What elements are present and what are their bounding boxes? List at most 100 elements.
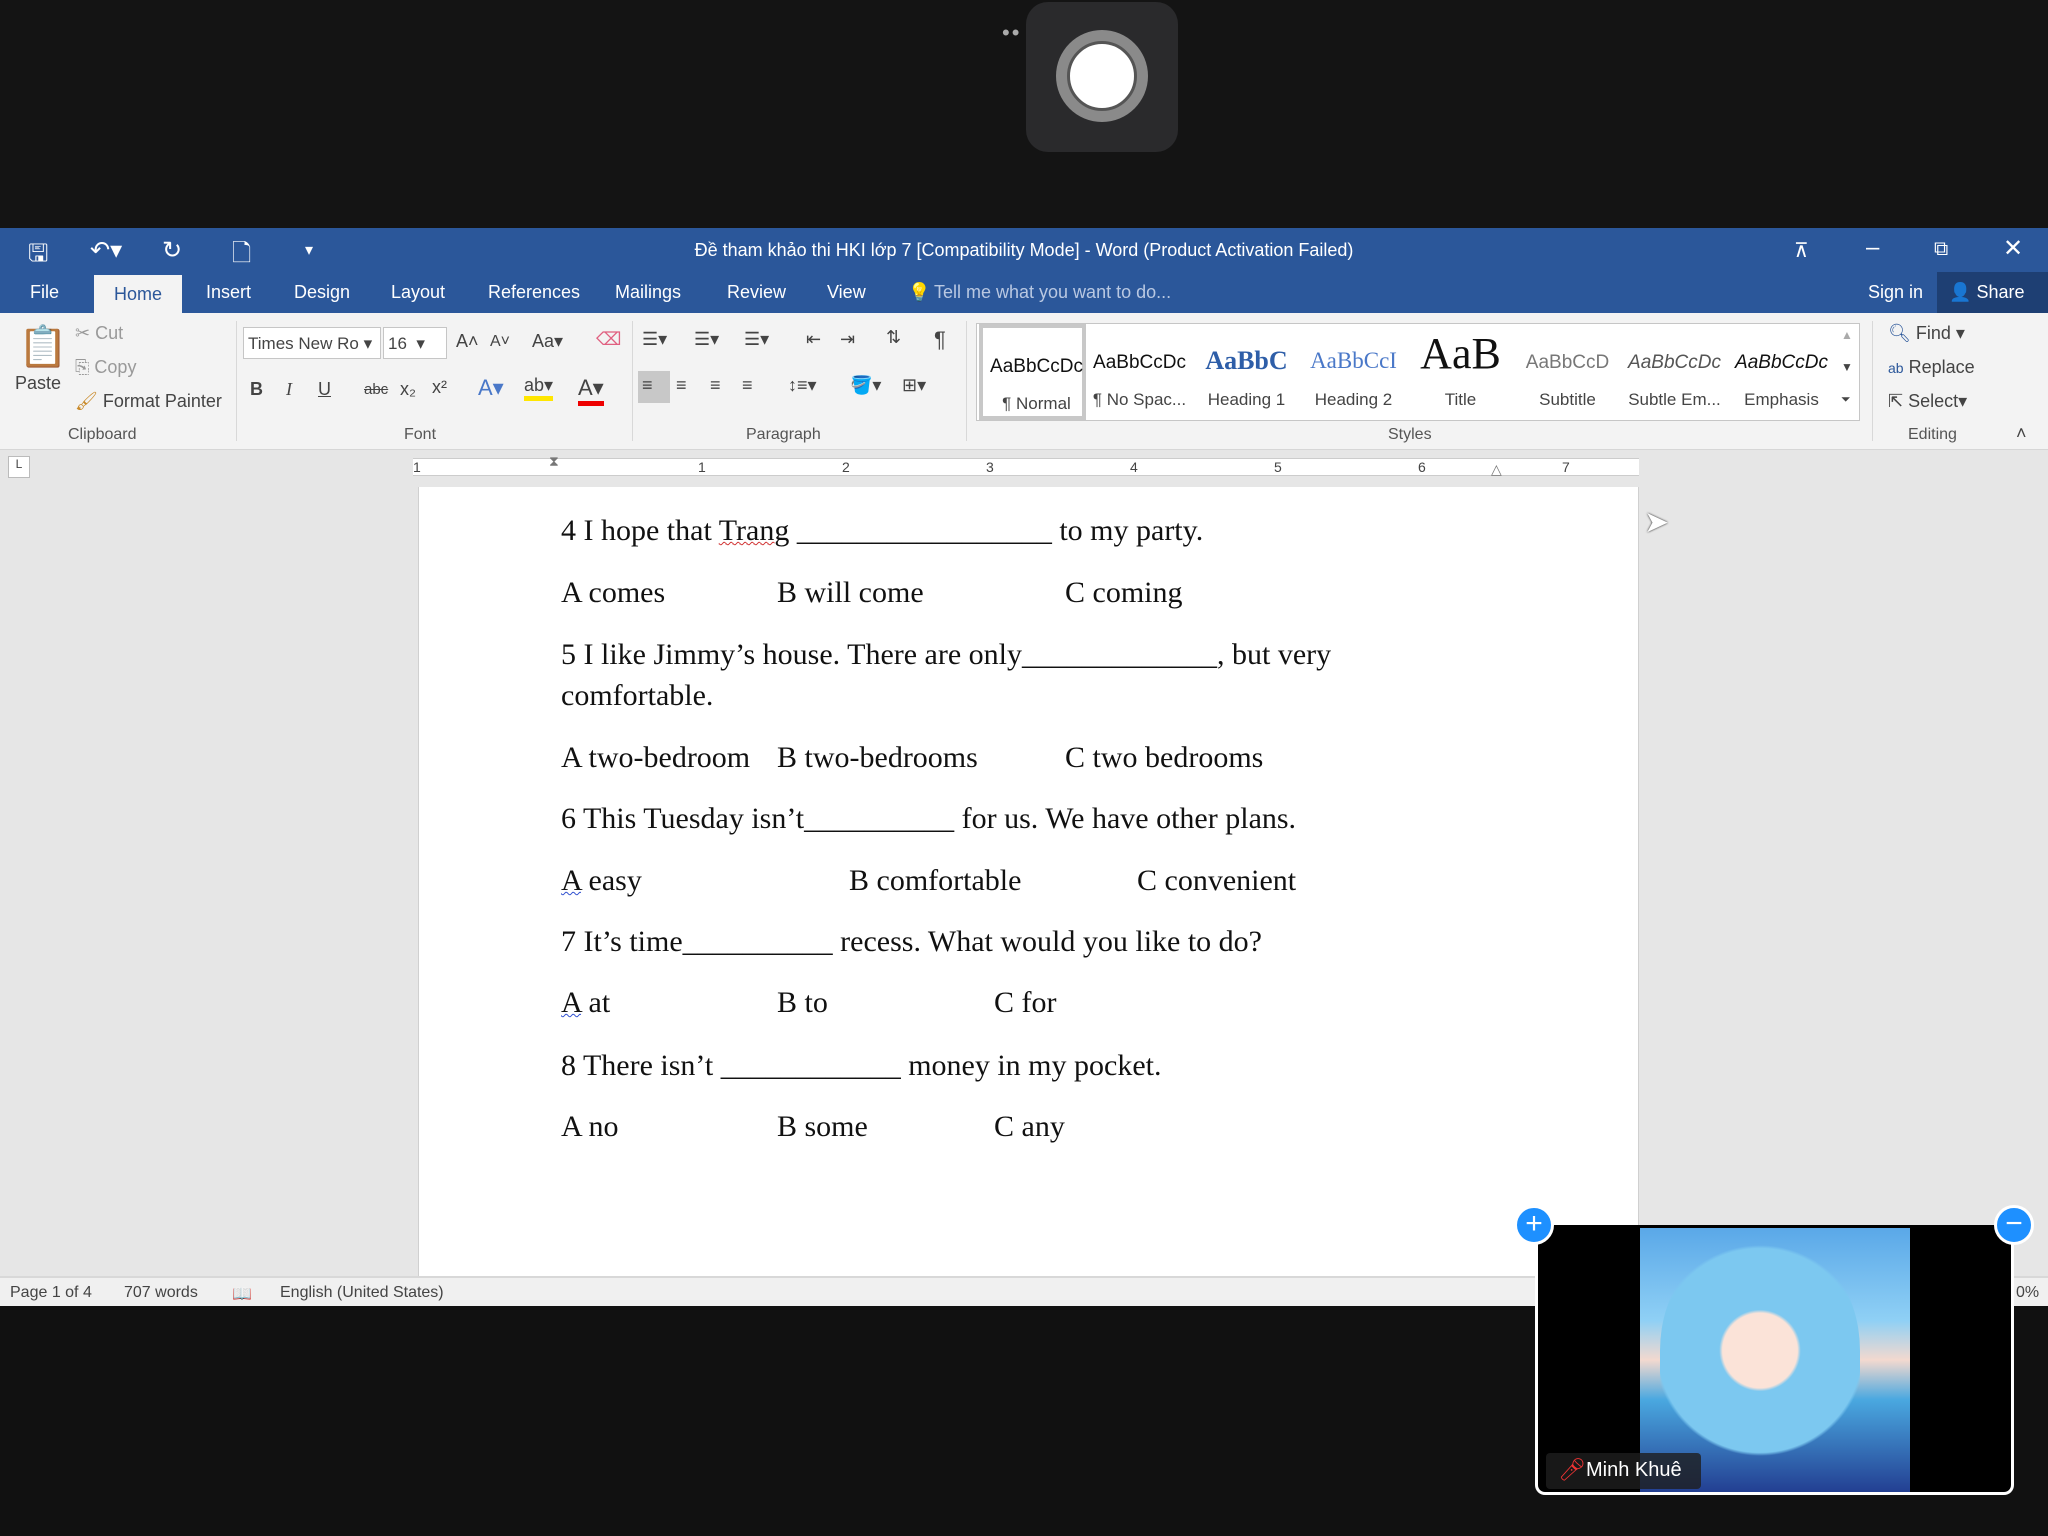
replace-button[interactable]: ab Replace xyxy=(1888,357,1975,378)
record-button[interactable] xyxy=(1026,2,1178,152)
tab-mailings[interactable]: Mailings xyxy=(615,282,681,303)
magnifier-icon: 🔍︎ xyxy=(1888,323,1911,343)
question-4: 4 I hope that Trang _________________ to… xyxy=(561,514,1204,547)
cut-button[interactable]: ✂ Cut xyxy=(75,323,123,344)
style-subtitle[interactable]: AaBbCcD Subtitle xyxy=(1514,324,1621,420)
copy-button[interactable]: ⎘ Copy xyxy=(75,357,136,378)
line-spacing-icon[interactable]: ↕≡▾ xyxy=(788,375,817,396)
borders-icon[interactable]: ⊞▾ xyxy=(902,375,926,396)
style-heading-2[interactable]: AaBbCcI Heading 2 xyxy=(1300,324,1407,420)
increase-indent-icon[interactable]: ⇥ xyxy=(840,329,855,350)
share-button[interactable]: 👤 Share xyxy=(1937,272,2048,313)
italic-button[interactable]: I xyxy=(286,379,292,400)
tab-layout[interactable]: Layout xyxy=(391,282,445,303)
align-left-icon[interactable]: ≡ xyxy=(638,371,670,403)
paste-icon: 📋 xyxy=(18,325,68,369)
tab-references[interactable]: References xyxy=(488,282,580,303)
q5-option-b: B two-bedrooms xyxy=(777,741,978,774)
ruler[interactable]: L 1 1 2 3 4 5 6 7 ⧗ △ xyxy=(0,450,2048,483)
word-count[interactable]: 707 words xyxy=(124,1284,198,1302)
subscript-button[interactable]: x₂ xyxy=(400,379,416,400)
text-effects-icon[interactable]: A▾ xyxy=(478,375,504,401)
tab-view[interactable]: View xyxy=(827,282,866,303)
proofing-icon[interactable]: 📖 xyxy=(232,1284,252,1304)
question-8: 8 There isn’t ____________ money in my p… xyxy=(561,1049,1162,1082)
tell-me-input[interactable]: Tell me what you want to do... xyxy=(934,282,1171,303)
format-painter-button[interactable]: 🖌 Format Painter xyxy=(75,391,222,412)
style-normal[interactable]: AaBbCcDc ¶ Normal xyxy=(979,324,1086,420)
q6-option-a: A easy xyxy=(561,864,642,897)
font-name-select[interactable]: Times New Ro ▾ xyxy=(243,327,381,359)
style-no-spacing[interactable]: AaBbCcDc ¶ No Spac... xyxy=(1086,324,1193,420)
bold-button[interactable]: B xyxy=(250,379,263,400)
style-title[interactable]: AaB Title xyxy=(1407,324,1514,420)
right-indent-marker-icon[interactable]: △ xyxy=(1491,461,1502,478)
collapse-ribbon-icon[interactable]: ˄ xyxy=(2016,423,2027,444)
tab-review[interactable]: Review xyxy=(727,282,786,303)
paste-button[interactable]: Paste xyxy=(15,373,61,394)
title-bar: 🖫 ↶▾ ↻ 🗋 ▾ Đề tham khảo thi HKI lớp 7 [C… xyxy=(0,228,2048,272)
collapse-minus-button[interactable]: − xyxy=(1994,1205,2034,1245)
font-group-label: Font xyxy=(404,426,437,443)
more-dots-icon[interactable]: •• xyxy=(1002,20,1021,46)
participant-name-tag: 🎤︎ Minh Khuê xyxy=(1546,1453,1701,1489)
tab-file[interactable]: File xyxy=(30,282,59,303)
tab-selector-icon[interactable]: L xyxy=(8,456,30,478)
select-button[interactable]: ⇱ Select▾ xyxy=(1888,391,1967,412)
q4-option-c: C coming xyxy=(1065,576,1183,609)
video-call-overlay[interactable]: 🎤︎ Minh Khuê xyxy=(1535,1225,2014,1495)
styles-scroll-down-icon[interactable]: ▼ xyxy=(1841,360,1853,374)
styles-group-label: Styles xyxy=(1388,426,1432,443)
ribbon-display-icon[interactable]: ⊼ xyxy=(1794,238,1809,263)
language[interactable]: English (United States) xyxy=(280,1284,444,1302)
justify-icon[interactable]: ≡ xyxy=(742,375,753,396)
decrease-indent-icon[interactable]: ⇤ xyxy=(806,329,821,350)
find-button[interactable]: 🔍︎ Find ▾ xyxy=(1888,323,1965,344)
font-color-icon[interactable]: A▾ xyxy=(578,375,604,406)
cursor-icon: ⇱ xyxy=(1888,391,1904,411)
minimize-icon[interactable]: – xyxy=(1866,234,1879,262)
tab-insert[interactable]: Insert xyxy=(206,282,251,303)
change-case-button[interactable]: Aa▾ xyxy=(532,331,563,352)
q6-option-c: C convenient xyxy=(1137,864,1297,897)
tab-home[interactable]: Home xyxy=(94,275,183,313)
grow-font-icon[interactable]: A˄ xyxy=(456,331,479,352)
indent-marker-icon[interactable]: ⧗ xyxy=(549,453,559,470)
underline-button[interactable]: U xyxy=(318,379,331,400)
bullets-icon[interactable]: ☰▾ xyxy=(642,329,667,350)
scissors-icon: ✂ xyxy=(75,323,91,343)
paragraph-group-label: Paragraph xyxy=(746,426,821,443)
copy-icon: ⎘ xyxy=(75,357,90,377)
zoom-level[interactable]: 0% xyxy=(2016,1284,2039,1302)
highlight-icon[interactable]: ab▾ xyxy=(524,375,554,401)
align-center-icon[interactable]: ≡ xyxy=(676,375,687,396)
styles-more-icon[interactable]: ⏷ xyxy=(1841,392,1851,407)
align-right-icon[interactable]: ≡ xyxy=(710,375,721,396)
strikethrough-button[interactable]: abc xyxy=(364,381,388,398)
numbering-icon[interactable]: ☰▾ xyxy=(694,329,719,350)
superscript-button[interactable]: x² xyxy=(432,377,447,398)
show-formatting-icon[interactable]: ¶ xyxy=(934,327,946,353)
expand-plus-button[interactable]: + xyxy=(1514,1205,1554,1245)
multilevel-list-icon[interactable]: ☰▾ xyxy=(744,329,769,350)
sort-icon[interactable]: ⇅ xyxy=(886,327,901,348)
question-5-line-1: 5 I like Jimmy’s house. There are only__… xyxy=(561,638,1332,671)
sign-in-link[interactable]: Sign in xyxy=(1868,282,1923,303)
share-label: Share xyxy=(1976,282,2025,302)
font-size-select[interactable]: 16 ▾ xyxy=(383,327,447,359)
question-5-line-2: comfortable. xyxy=(561,679,714,712)
mouse-cursor-icon: ➤ xyxy=(1644,506,1670,539)
style-heading-1[interactable]: AaBbC Heading 1 xyxy=(1193,324,1300,420)
shrink-font-icon[interactable]: A˅ xyxy=(490,333,510,351)
styles-scroll-up-icon[interactable]: ▲ xyxy=(1841,328,1853,342)
restore-icon[interactable]: ⧉ xyxy=(1934,238,1948,261)
clear-formatting-icon[interactable]: ⌫ xyxy=(596,329,621,350)
question-6: 6 This Tuesday isn’t__________ for us. W… xyxy=(561,802,1297,835)
document-page[interactable]: 4 I hope that Trang _________________ to… xyxy=(418,487,1639,1276)
close-icon[interactable]: ✕ xyxy=(2003,234,2023,263)
page-count[interactable]: Page 1 of 4 xyxy=(10,1284,92,1302)
shading-icon[interactable]: 🪣▾ xyxy=(850,375,881,396)
tab-design[interactable]: Design xyxy=(294,282,350,303)
style-subtle-emphasis[interactable]: AaBbCcDc Subtle Em... xyxy=(1621,324,1728,420)
style-emphasis[interactable]: AaBbCcDc Emphasis xyxy=(1728,324,1835,420)
